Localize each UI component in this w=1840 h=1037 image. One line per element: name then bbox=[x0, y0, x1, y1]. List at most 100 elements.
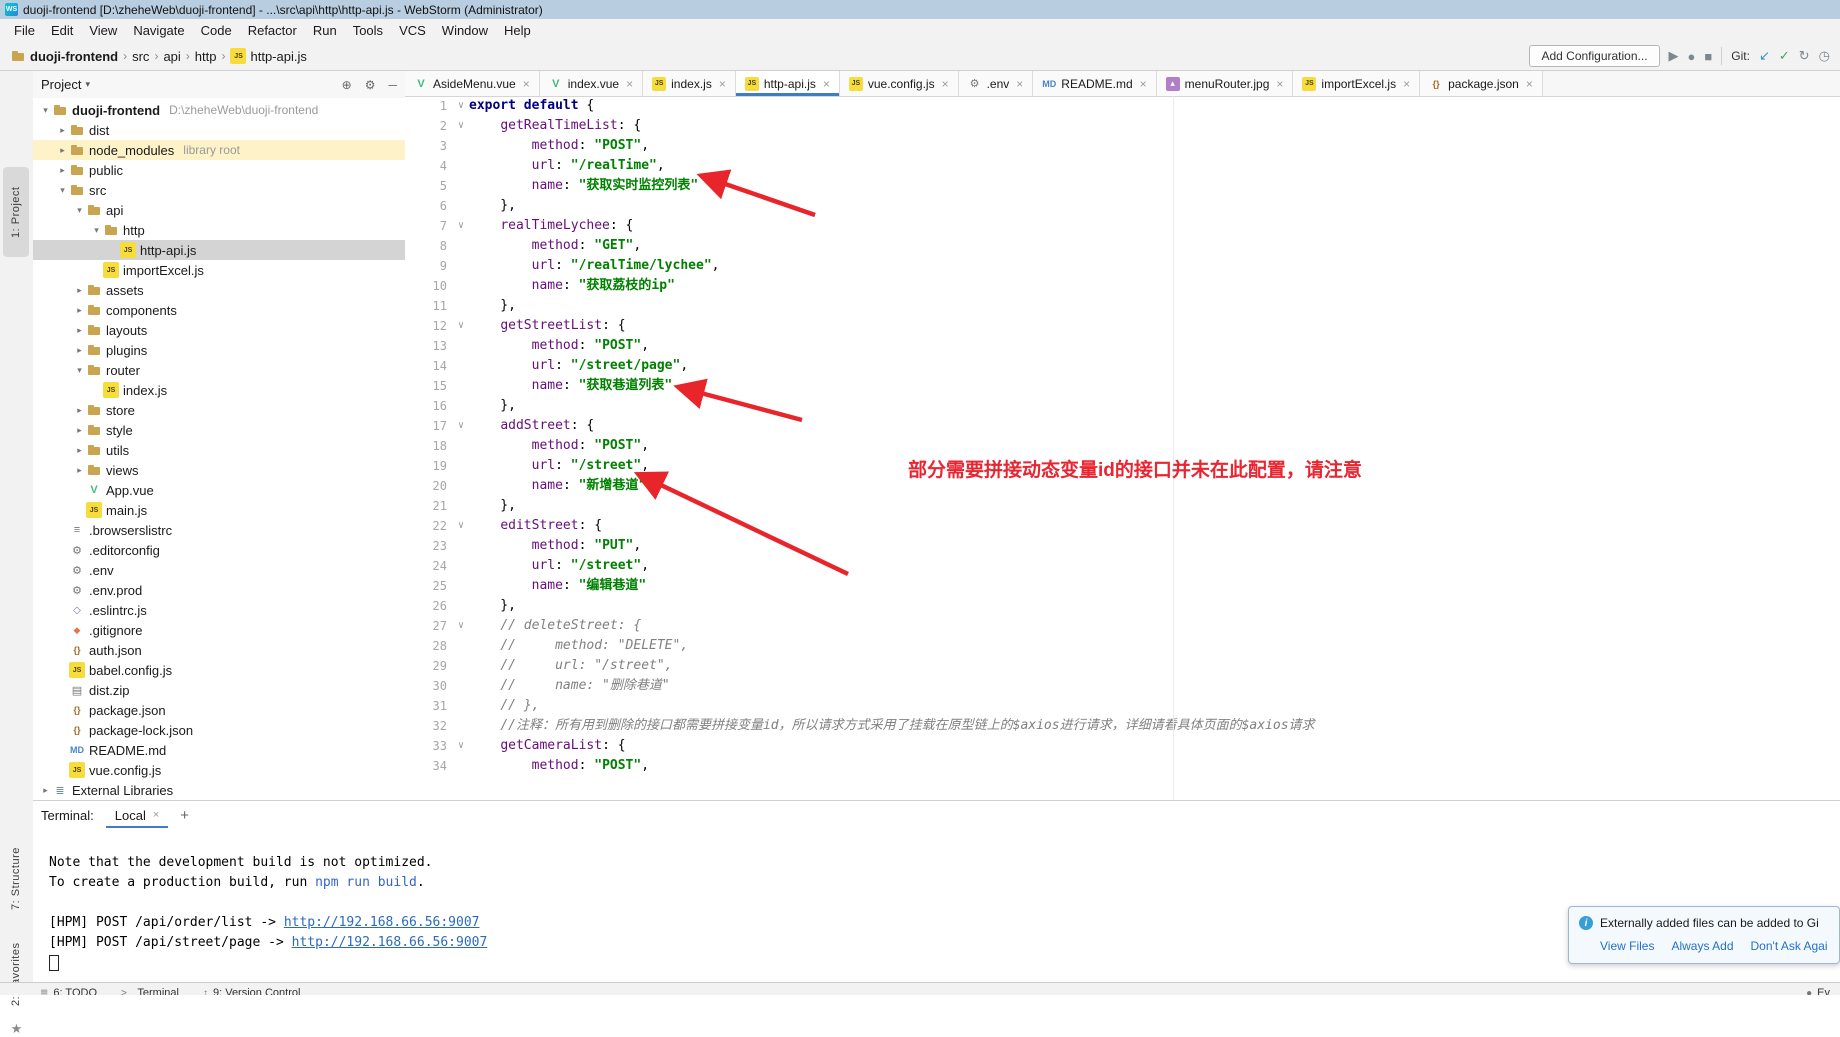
close-icon[interactable]: × bbox=[942, 77, 949, 91]
status-ev[interactable]: ●Ev bbox=[1806, 983, 1830, 995]
menu-code[interactable]: Code bbox=[193, 20, 240, 41]
tree-item-plugins[interactable]: ▸plugins bbox=[33, 340, 405, 360]
stop-icon[interactable]: ■ bbox=[1704, 49, 1712, 64]
git-rollback-icon[interactable]: ↻ bbox=[1799, 48, 1810, 64]
locate-file-icon[interactable]: ⊕ bbox=[342, 78, 352, 92]
project-panel-title[interactable]: Project bbox=[41, 77, 81, 92]
tree-item-style[interactable]: ▸style bbox=[33, 420, 405, 440]
tab-AsideMenu.vue[interactable]: VAsideMenu.vue× bbox=[405, 71, 540, 96]
tree-item-App.vue[interactable]: VApp.vue bbox=[33, 480, 405, 500]
tree-item-.env.prod[interactable]: ⚙.env.prod bbox=[33, 580, 405, 600]
menu-edit[interactable]: Edit bbox=[43, 20, 81, 41]
tree-item-views[interactable]: ▸views bbox=[33, 460, 405, 480]
git-commit-icon[interactable]: ✓ bbox=[1779, 48, 1790, 64]
tree-item-.gitignore[interactable]: ◆.gitignore bbox=[33, 620, 405, 640]
fold-icon[interactable]: ∨ bbox=[458, 416, 464, 436]
tree-item-router[interactable]: ▾router bbox=[33, 360, 405, 380]
close-icon[interactable]: × bbox=[823, 77, 830, 91]
tree-item-vue.config.js[interactable]: JSvue.config.js bbox=[33, 760, 405, 780]
fold-icon[interactable]: ∨ bbox=[458, 316, 464, 336]
tree-item-main.js[interactable]: JSmain.js bbox=[33, 500, 405, 520]
tree-item-auth.json[interactable]: {}auth.json bbox=[33, 640, 405, 660]
tree-item-.env[interactable]: ⚙.env bbox=[33, 560, 405, 580]
add-configuration-button[interactable]: Add Configuration... bbox=[1529, 45, 1659, 67]
close-icon[interactable]: × bbox=[153, 809, 159, 821]
run-icon[interactable]: ▶ bbox=[1669, 48, 1679, 64]
terminal-tab-local[interactable]: Local × bbox=[106, 804, 169, 827]
menu-help[interactable]: Help bbox=[496, 20, 539, 41]
close-icon[interactable]: × bbox=[719, 77, 726, 91]
menu-vcs[interactable]: VCS bbox=[391, 20, 434, 41]
tree-item-dist[interactable]: ▸dist bbox=[33, 120, 405, 140]
tree-item-src[interactable]: ▾src bbox=[33, 180, 405, 200]
tree-item-layouts[interactable]: ▸layouts bbox=[33, 320, 405, 340]
status-6-todo[interactable]: ≣6: TODO bbox=[40, 983, 97, 995]
fold-icon[interactable]: ∨ bbox=[458, 216, 464, 236]
close-icon[interactable]: × bbox=[1403, 77, 1410, 91]
tab-index.js[interactable]: JSindex.js× bbox=[643, 71, 736, 96]
tree-item-http[interactable]: ▾http bbox=[33, 220, 405, 240]
tree-item-.editorconfig[interactable]: ⚙.editorconfig bbox=[33, 540, 405, 560]
fold-icon[interactable]: ∨ bbox=[458, 516, 464, 536]
breadcrumb-item[interactable]: JShttp-api.js bbox=[230, 48, 306, 64]
breadcrumb-item[interactable]: src bbox=[132, 49, 149, 64]
tree-item-api[interactable]: ▾api bbox=[33, 200, 405, 220]
status-terminal[interactable]: >_Terminal bbox=[121, 983, 179, 995]
tab-.env[interactable]: ⚙.env× bbox=[959, 71, 1034, 96]
tree-item-store[interactable]: ▸store bbox=[33, 400, 405, 420]
terminal-link[interactable]: http://192.168.66.56:9007 bbox=[284, 915, 480, 930]
tree-item-dist.zip[interactable]: ▤dist.zip bbox=[33, 680, 405, 700]
tree-item-duoji-frontend[interactable]: ▾duoji-frontendD:\zheheWeb\duoji-fronten… bbox=[33, 100, 405, 120]
tree-item-node_modules[interactable]: ▸node_moduleslibrary root bbox=[33, 140, 405, 160]
menu-navigate[interactable]: Navigate bbox=[125, 20, 192, 41]
close-icon[interactable]: × bbox=[626, 77, 633, 91]
tree-item-importExcel.js[interactable]: JSimportExcel.js bbox=[33, 260, 405, 280]
tree-item-package.json[interactable]: {}package.json bbox=[33, 700, 405, 720]
tree-item-babel.config.js[interactable]: JSbabel.config.js bbox=[33, 660, 405, 680]
tree-item-External Libraries[interactable]: ▸≣External Libraries bbox=[33, 780, 405, 800]
tab-package.json[interactable]: {}package.json× bbox=[1420, 71, 1543, 96]
notification-action-don-t-ask-agai[interactable]: Don't Ask Agai bbox=[1751, 939, 1828, 953]
tree-item-index.js[interactable]: JSindex.js bbox=[33, 380, 405, 400]
new-terminal-icon[interactable]: + bbox=[180, 807, 189, 824]
tree-item-components[interactable]: ▸components bbox=[33, 300, 405, 320]
menu-refactor[interactable]: Refactor bbox=[240, 20, 305, 41]
breadcrumb-item[interactable]: http bbox=[195, 49, 217, 64]
terminal-link[interactable]: http://192.168.66.56:9007 bbox=[292, 935, 488, 950]
fold-icon[interactable]: ∨ bbox=[458, 96, 464, 116]
tree-item-package-lock.json[interactable]: {}package-lock.json bbox=[33, 720, 405, 740]
fold-icon[interactable]: ∨ bbox=[458, 736, 464, 756]
tab-index.vue[interactable]: Vindex.vue× bbox=[540, 71, 643, 96]
close-icon[interactable]: × bbox=[1526, 77, 1533, 91]
code-area[interactable]: 1∨export default {2∨ getRealTimeList: {3… bbox=[405, 96, 1840, 800]
git-history-clock-icon[interactable]: ◷ bbox=[1819, 48, 1830, 64]
breadcrumb-item[interactable]: duoji-frontend bbox=[10, 48, 118, 64]
breadcrumb-item[interactable]: api bbox=[163, 49, 180, 64]
tab-README.md[interactable]: MDREADME.md× bbox=[1033, 71, 1156, 96]
menu-window[interactable]: Window bbox=[434, 20, 496, 41]
tree-item-.browserslistrc[interactable]: ≡.browserslistrc bbox=[33, 520, 405, 540]
tree-item-http-api.js[interactable]: JShttp-api.js bbox=[33, 240, 405, 260]
fold-icon[interactable]: ∨ bbox=[458, 116, 464, 136]
close-icon[interactable]: × bbox=[1140, 77, 1147, 91]
close-icon[interactable]: × bbox=[1276, 77, 1283, 91]
tool-stripe-structure[interactable]: 7: Structure bbox=[3, 837, 29, 921]
tab-vue.config.js[interactable]: JSvue.config.js× bbox=[840, 71, 959, 96]
fold-icon[interactable]: ∨ bbox=[458, 616, 464, 636]
menu-file[interactable]: File bbox=[6, 20, 43, 41]
tab-menuRouter.jpg[interactable]: ▴menuRouter.jpg× bbox=[1157, 71, 1294, 96]
notification-action-view-files[interactable]: View Files bbox=[1600, 939, 1654, 953]
settings-gear-icon[interactable]: ⚙ bbox=[365, 78, 376, 92]
close-icon[interactable]: × bbox=[523, 77, 530, 91]
notification-action-always-add[interactable]: Always Add bbox=[1671, 939, 1733, 953]
chevron-down-icon[interactable]: ▾ bbox=[85, 79, 90, 90]
debug-icon[interactable]: ● bbox=[1688, 49, 1696, 64]
menu-run[interactable]: Run bbox=[305, 20, 345, 41]
menu-tools[interactable]: Tools bbox=[345, 20, 391, 41]
tree-item-assets[interactable]: ▸assets bbox=[33, 280, 405, 300]
tree-item-utils[interactable]: ▸utils bbox=[33, 440, 405, 460]
hide-panel-icon[interactable]: ─ bbox=[388, 78, 397, 92]
status-9-version-control[interactable]: ↕9: Version Control bbox=[203, 983, 300, 995]
tab-importExcel.js[interactable]: JSimportExcel.js× bbox=[1293, 71, 1420, 96]
favorites-star-icon[interactable]: ★ bbox=[0, 1021, 33, 1037]
